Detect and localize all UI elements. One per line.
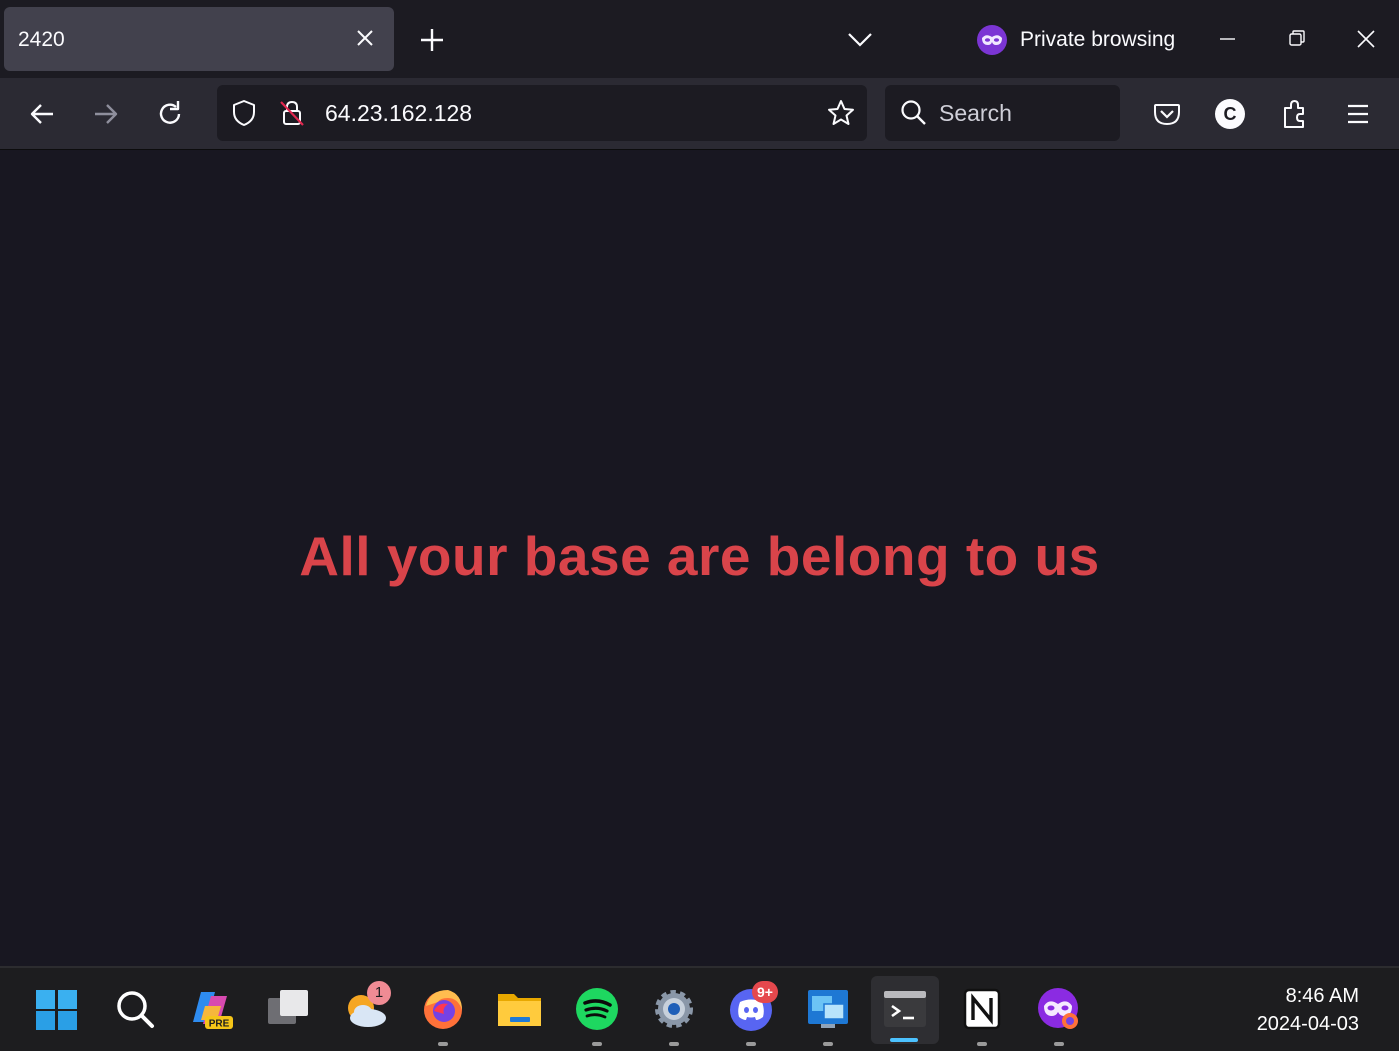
back-arrow-icon[interactable]	[24, 96, 60, 132]
clock-date: 2024-04-03	[1256, 1013, 1359, 1035]
spotify-button[interactable]	[572, 984, 622, 1046]
close-tab-icon[interactable]	[354, 27, 376, 49]
restore-icon[interactable]	[1280, 22, 1314, 56]
navigation-toolbar: 64.23.162.128 Search C	[0, 78, 1399, 150]
terminal-button[interactable]	[880, 984, 930, 1034]
bookmark-star-icon[interactable]	[825, 97, 857, 129]
running-indicator	[746, 1042, 756, 1046]
task-view-button[interactable]	[264, 984, 314, 1034]
pocket-icon[interactable]	[1148, 95, 1186, 133]
search-icon	[901, 100, 926, 125]
settings-button[interactable]	[649, 984, 699, 1046]
tab-title: 2420	[18, 28, 65, 51]
discord-button[interactable]: 9+	[726, 981, 778, 1046]
minimize-icon[interactable]	[1210, 22, 1244, 56]
extensions-puzzle-icon[interactable]	[1276, 95, 1314, 133]
weather-widget-button[interactable]: 1	[341, 981, 391, 1034]
notion-button[interactable]	[957, 984, 1007, 1046]
private-browsing-indicator: Private browsing	[976, 22, 1175, 58]
account-avatar[interactable]: C	[1211, 95, 1249, 133]
file-explorer-button[interactable]	[495, 984, 545, 1034]
clock-time: 8:46 AM	[1285, 985, 1359, 1007]
running-indicator	[438, 1042, 448, 1046]
gear-icon	[655, 990, 693, 1028]
folder-icon	[498, 994, 541, 1026]
list-all-tabs-icon[interactable]	[846, 26, 874, 52]
page-headline: All your base are belong to us	[299, 525, 1100, 587]
windows-logo-icon	[36, 990, 77, 1030]
spotify-icon	[576, 988, 618, 1030]
start-button[interactable]	[32, 984, 82, 1034]
address-bar[interactable]: 64.23.162.128	[217, 85, 867, 141]
running-indicator	[669, 1042, 679, 1046]
private-mask-icon	[977, 25, 1007, 55]
search-icon	[117, 991, 154, 1028]
active-app-indicator	[890, 1038, 918, 1042]
svg-text:PRE: PRE	[209, 1019, 230, 1030]
search-placeholder: Search	[939, 100, 1012, 126]
new-tab-icon[interactable]	[416, 24, 448, 56]
copilot-icon: PRE	[193, 992, 233, 1030]
firefox-taskbar-button[interactable]	[418, 984, 468, 1046]
insecure-lock-icon[interactable]	[277, 98, 307, 128]
firefox-private-button[interactable]	[1034, 984, 1084, 1046]
running-indicator	[823, 1042, 833, 1046]
windows-taskbar: PRE 1 9+ 8:46 AM 2024-04-03	[0, 966, 1399, 1051]
forward-arrow-icon[interactable]	[88, 96, 124, 132]
reload-icon[interactable]	[152, 96, 188, 132]
weather-notification-badge: 1	[367, 981, 391, 1005]
account-initial: C	[1223, 104, 1237, 124]
page-content: All your base are belong to us	[0, 150, 1399, 966]
running-indicator	[592, 1042, 602, 1046]
copilot-button[interactable]: PRE	[187, 984, 237, 1034]
taskbar-search-button[interactable]	[110, 984, 160, 1034]
window-close-icon[interactable]	[1349, 22, 1383, 56]
running-indicator	[1054, 1042, 1064, 1046]
firefox-private-icon	[1038, 988, 1078, 1029]
hamburger-menu-icon[interactable]	[1339, 95, 1377, 133]
task-view-icon	[268, 990, 308, 1024]
remote-desktop-button[interactable]	[803, 984, 853, 1046]
discord-notification-badge: 9+	[752, 981, 778, 1003]
remote-desktop-icon	[808, 990, 848, 1028]
firefox-icon	[424, 990, 462, 1029]
url-text[interactable]: 64.23.162.128	[325, 100, 472, 127]
running-indicator	[977, 1042, 987, 1046]
terminal-icon	[884, 991, 926, 1027]
tab-strip: 2420 Private browsing	[0, 0, 1399, 78]
tracking-protection-shield-icon[interactable]	[229, 98, 259, 128]
taskbar-clock[interactable]: 8:46 AM 2024-04-03	[1257, 982, 1359, 1038]
notion-icon	[963, 988, 1001, 1030]
private-browsing-label: Private browsing	[1020, 28, 1176, 51]
search-box[interactable]: Search	[885, 85, 1120, 141]
active-tab[interactable]: 2420	[4, 7, 394, 71]
